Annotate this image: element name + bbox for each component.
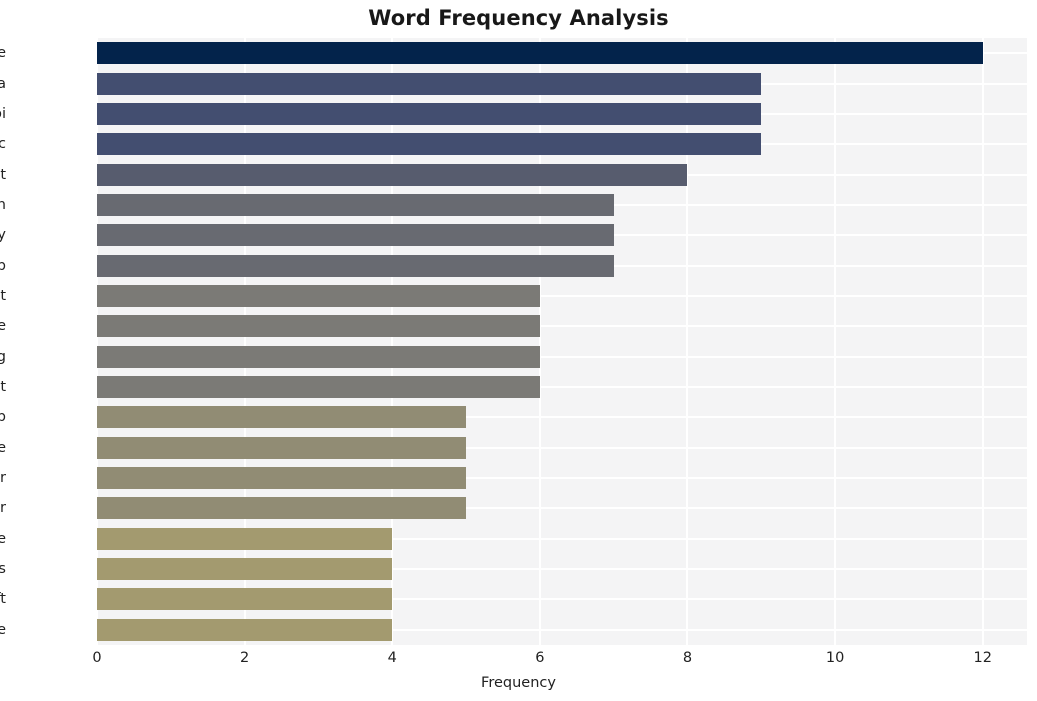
bar-encryption[interactable] bbox=[97, 193, 614, 216]
y-tick-label-encryption: encryption bbox=[0, 196, 6, 213]
y-tick-label-microsoft: microsoft bbox=[0, 591, 6, 608]
bar-net[interactable] bbox=[97, 284, 540, 307]
bar-public[interactable] bbox=[97, 133, 762, 156]
bar-body[interactable] bbox=[97, 224, 614, 247]
bar-api[interactable] bbox=[97, 102, 762, 125]
bar-encrypt[interactable] bbox=[97, 163, 688, 186]
chart-figure: Word Frequency Analysis service data api pu… bbox=[0, 0, 1037, 701]
bar-header[interactable] bbox=[97, 497, 467, 520]
x-tick-label-2: 2 bbox=[239, 650, 250, 666]
y-tick-label-api: api bbox=[0, 105, 6, 122]
y-tick-label-step: step bbox=[0, 257, 6, 274]
y-tick-label-web: web bbox=[0, 409, 6, 426]
bar-protector[interactable] bbox=[97, 467, 467, 490]
bar-string[interactable] bbox=[97, 345, 540, 368]
x-gridline bbox=[834, 38, 837, 645]
x-tick-label-4: 4 bbox=[387, 650, 397, 666]
bar-decrypt[interactable] bbox=[97, 376, 540, 399]
x-gridline bbox=[686, 38, 689, 645]
y-tick-label-service: service bbox=[0, 45, 6, 62]
plot-area bbox=[97, 38, 1027, 645]
bar-core[interactable] bbox=[97, 315, 540, 338]
x-gridline bbox=[97, 38, 98, 645]
bar-service[interactable] bbox=[97, 42, 983, 65]
x-gridline bbox=[981, 38, 984, 645]
bar-process[interactable] bbox=[97, 558, 393, 581]
x-tick-label-8: 8 bbox=[682, 650, 693, 666]
y-tick-label-create: create bbox=[0, 439, 6, 456]
bar-data[interactable] bbox=[97, 72, 762, 95]
x-gridline bbox=[538, 38, 541, 645]
x-tick-label-0: 0 bbox=[92, 650, 102, 666]
y-tick-label-decrypt: decrypt bbox=[0, 379, 6, 396]
bar-microsoft[interactable] bbox=[97, 588, 393, 611]
x-tick-label-10: 10 bbox=[825, 650, 845, 666]
bar-web[interactable] bbox=[97, 406, 467, 429]
x-axis-title: Frequency bbox=[481, 675, 556, 691]
bar-ensure[interactable] bbox=[97, 527, 393, 550]
y-tick-label-process: process bbox=[0, 561, 6, 578]
x-gridline bbox=[391, 38, 394, 645]
x-tick-label-12: 12 bbox=[973, 650, 992, 666]
bar-step[interactable] bbox=[97, 254, 614, 277]
x-tick-label-6: 6 bbox=[535, 650, 545, 666]
chart-title: Word Frequency Analysis bbox=[368, 6, 669, 30]
y-tick-label-body: body bbox=[0, 227, 6, 244]
y-tick-label-protector: protector bbox=[0, 470, 6, 487]
y-tick-label-public: public bbox=[0, 136, 6, 153]
x-gridline bbox=[243, 38, 246, 645]
bar-aspnetcore[interactable] bbox=[97, 618, 393, 641]
y-tick-label-core: core bbox=[0, 318, 6, 335]
y-tick-label-aspnetcore: aspnetcore bbox=[0, 621, 6, 638]
y-tick-label-ensure: ensure bbox=[0, 530, 6, 547]
y-tick-label-encrypt: encrypt bbox=[0, 166, 6, 183]
y-tick-label-net: net bbox=[0, 287, 6, 304]
y-tick-label-string: string bbox=[0, 348, 6, 365]
y-tick-label-header: header bbox=[0, 500, 6, 517]
bar-create[interactable] bbox=[97, 436, 467, 459]
y-tick-label-data: data bbox=[0, 75, 6, 92]
